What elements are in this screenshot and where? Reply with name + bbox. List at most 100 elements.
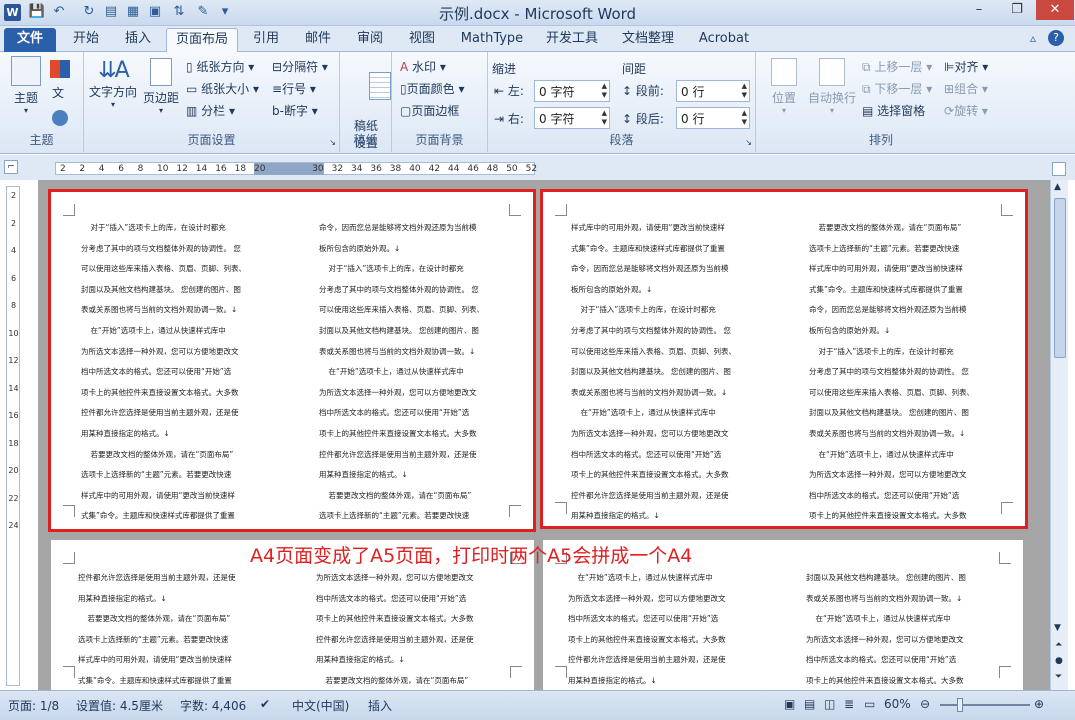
ribbon-collapse-icon[interactable]: ▵	[1030, 31, 1036, 45]
text-line[interactable]: 分考虑了其中的项与文档整体外观的协调性。 您	[809, 362, 1009, 383]
text-line[interactable]: 档中所选文本的格式。您还可以使用“开始”选	[316, 589, 516, 610]
text-line[interactable]: 项卡上的其他控件来直接设置文本格式。大多数	[571, 465, 776, 486]
text-line[interactable]: 项卡上的其他控件来直接设置文本格式。大多数	[568, 630, 773, 651]
text-line[interactable]: 式集”命令。主题库和快速样式库都提供了重置	[571, 239, 776, 260]
theme-fonts-icon[interactable]: 文	[52, 84, 64, 101]
theme-effects-icon[interactable]	[52, 110, 68, 126]
tab-mailings[interactable]: 邮件	[294, 28, 342, 52]
tab-insert[interactable]: 插入	[114, 28, 162, 52]
text-line[interactable]: 封面以及其他文档构建基块。 您创建的图片、图	[319, 321, 519, 342]
proofing-icon[interactable]: ✔	[260, 697, 270, 711]
text-line[interactable]: 表或关系图也将与当前的文档外观协调一致。↓	[319, 342, 519, 363]
text-line[interactable]: 项卡上的其他控件来直接设置文本格式。大多数	[806, 671, 1006, 692]
text-line[interactable]: 为所选文本选择一种外观，您可以方便地更改文	[81, 342, 286, 363]
view-web-icon[interactable]: ◫	[824, 697, 835, 711]
tab-references[interactable]: 引用	[242, 28, 290, 52]
text-line[interactable]: 板所包含的原始外观。↓	[809, 321, 1009, 342]
view-outline-icon[interactable]: ≣	[844, 697, 854, 711]
text-line[interactable]: 可以使用这些库来插入表格、页眉、页脚、列表、	[319, 300, 519, 321]
text-line[interactable]: 在“开始”选项卡上，通过从快速样式库中	[568, 568, 773, 589]
send-backward-button[interactable]: ⧉ 下移一层 ▾	[862, 80, 932, 97]
rotate-button[interactable]: ⟳旋转 ▾	[944, 102, 988, 119]
status-setting[interactable]: 设置值: 4.5厘米	[76, 697, 163, 714]
text-line[interactable]: 命令，因而您总是能够将文档外观还原为当前模	[809, 300, 1009, 321]
breaks-button[interactable]: ⊟分隔符 ▾	[272, 58, 328, 75]
text-line[interactable]: 用某种直接指定的格式。↓	[319, 465, 519, 486]
text-line[interactable]: 若要更改文档的整体外观，请在“页面布局”	[316, 671, 516, 692]
text-line[interactable]: 式集”命令。主题库和快速样式库都提供了重置	[809, 280, 1009, 301]
margins-button[interactable]: 页边距 ▾	[140, 58, 182, 115]
text-line[interactable]: 选项卡上选择新的“主题”元素。若要更改快速	[78, 630, 283, 651]
text-line[interactable]: 档中所选文本的格式。您还可以使用“开始”选	[809, 486, 1009, 507]
text-line[interactable]: 项卡上的其他控件来直接设置文本格式。大多数	[81, 383, 286, 404]
spacing-before-input[interactable]: 0 行 ▲ ▼	[676, 80, 750, 102]
view-print-layout-icon[interactable]: ▣	[784, 697, 795, 711]
text-line[interactable]: 项卡上的其他控件来直接设置文本格式。大多数	[809, 506, 1009, 527]
text-line[interactable]: 为所选文本选择一种外观，您可以方便地更改文	[568, 589, 773, 610]
text-line[interactable]: 为所选文本选择一种外观，您可以方便地更改文	[319, 383, 519, 404]
text-line[interactable]: 控件都允许您选择是使用当前主题外观，还是使	[78, 568, 283, 589]
text-line[interactable]: 分考虑了其中的项与文档整体外观的协调性。 您	[319, 280, 519, 301]
text-line[interactable]: 控件都允许您选择是使用当前主题外观，还是使	[571, 486, 776, 507]
help-icon[interactable]: ?	[1048, 30, 1064, 46]
page-color-button[interactable]: ▯页面颜色 ▾	[400, 80, 464, 97]
text-direction-button[interactable]: ⇊A 文字方向 ▾	[88, 58, 138, 109]
tab-view[interactable]: 视图	[398, 28, 446, 52]
text-line[interactable]: 样式库中的可用外观，请使用“更改当前快速样	[81, 486, 286, 507]
text-line[interactable]: 封面以及其他文档构建基块。 您创建的图片、图	[571, 362, 776, 383]
text-line[interactable]: 在“开始”选项卡上，通过从快速样式库中	[319, 362, 519, 383]
indent-right-input[interactable]: 0 字符 ▲ ▼	[534, 107, 610, 129]
text-line[interactable]: 若要更改文档的整体外观，请在“页面布局”	[78, 609, 283, 630]
text-line[interactable]: 用某种直接指定的格式。↓	[81, 424, 286, 445]
text-line[interactable]: 选项卡上选择新的“主题”元素。若要更改快速	[319, 506, 519, 527]
text-line[interactable]: 档中所选文本的格式。您还可以使用“开始”选	[81, 362, 286, 383]
text-line[interactable]: 对于“插入”选项卡上的库，在设计时都充	[571, 300, 776, 321]
text-line[interactable]: 为所选文本选择一种外观，您可以方便地更改文	[809, 465, 1009, 486]
text-line[interactable]: 档中所选文本的格式。您还可以使用“开始”选	[568, 609, 773, 630]
zoom-slider[interactable]	[940, 704, 1030, 706]
horizontal-ruler[interactable]: 2 2 4 6 8 10 12 14 16 18 20 30 32 34 36 38 40 42 44 46 48 50 5…	[55, 162, 537, 175]
text-line[interactable]: 对于“插入”选项卡上的库，在设计时都充	[809, 342, 1009, 363]
vertical-ruler[interactable]: 2 2 4 6 8 10 12 14 16 18 20 22 24	[6, 186, 20, 686]
text-line[interactable]: 若要更改文档的整体外观，请在“页面布局”	[809, 218, 1009, 239]
tab-home[interactable]: 开始	[62, 28, 110, 52]
text-line[interactable]: 表或关系图也将与当前的文档外观协调一致。↓	[81, 300, 286, 321]
text-line[interactable]: 可以使用这些库来插入表格、页眉、页脚、列表、	[81, 259, 286, 280]
browse-object-icon[interactable]: ●	[1055, 656, 1063, 666]
line-numbers-button[interactable]: ≡行号 ▾	[272, 80, 316, 97]
tab-developer[interactable]: 开发工具	[536, 28, 608, 52]
tab-mathtype[interactable]: MathType	[452, 28, 532, 52]
text-line[interactable]: 样式库中的可用外观，请使用“更改当前快速样	[571, 218, 776, 239]
text-line[interactable]: 选项卡上选择新的“主题”元素。若要更改快速	[81, 465, 286, 486]
text-line[interactable]: 命令，因而您总是能够将文档外观还原为当前模	[571, 259, 776, 280]
text-line[interactable]: 在“开始”选项卡上，通过从快速样式库中	[81, 321, 286, 342]
text-line[interactable]: 在“开始”选项卡上，通过从快速样式库中	[809, 445, 1009, 466]
text-line[interactable]: 样式库中的可用外观，请使用“更改当前快速样	[78, 650, 283, 671]
selection-pane-button[interactable]: ▤ 选择窗格	[862, 102, 925, 119]
page-2-a5[interactable]: 样式库中的可用外观，请使用“更改当前快速样 式集”命令。主题库和快速样式库都提供了…	[540, 189, 1028, 529]
tab-doc-organize[interactable]: 文档整理	[612, 28, 684, 52]
scroll-thumb[interactable]	[1054, 198, 1066, 358]
scroll-up-icon[interactable]: ▲	[1054, 182, 1061, 192]
zoom-level[interactable]: 60%	[884, 697, 911, 711]
text-line[interactable]: 对于“插入”选项卡上的库，在设计时都充	[81, 218, 286, 239]
tab-file[interactable]: 文件	[4, 28, 56, 52]
text-line[interactable]: 表或关系图也将与当前的文档外观协调一致。↓	[809, 424, 1009, 445]
minimize-button[interactable]: –	[960, 0, 998, 20]
next-page-icon[interactable]: ⏷	[1055, 672, 1062, 682]
text-line[interactable]: 板所包含的原始外观。↓	[571, 280, 776, 301]
text-line[interactable]: 可以使用这些库来插入表格、页眉、页脚、列表、	[809, 383, 1009, 404]
text-line[interactable]: 项卡上的其他控件来直接设置文本格式。大多数	[316, 609, 516, 630]
text-line[interactable]: 若要更改文档的整体外观，请在“页面布局”	[319, 486, 519, 507]
text-line[interactable]: 控件都允许您选择是使用当前主题外观，还是使	[319, 445, 519, 466]
text-line[interactable]: 可以使用这些库来插入表格、页眉、页脚、列表、	[571, 342, 776, 363]
status-insert-mode[interactable]: 插入	[368, 697, 392, 714]
position-button[interactable]: 位置 ▾	[764, 58, 804, 115]
text-line[interactable]: 用某种直接指定的格式。↓	[571, 506, 776, 527]
text-line[interactable]: 命令，因而您总是能够将文档外观还原为当前模	[319, 218, 519, 239]
text-line[interactable]: 表或关系图也将与当前的文档外观协调一致。↓	[571, 383, 776, 404]
text-line[interactable]: 分考虑了其中的项与文档整体外观的协调性。 您	[571, 321, 776, 342]
zoom-in-icon[interactable]: ⊕	[1034, 697, 1044, 711]
text-line[interactable]: 控件都允许您选择是使用当前主题外观，还是使	[316, 630, 516, 651]
view-ruler-icon[interactable]	[1052, 162, 1066, 176]
